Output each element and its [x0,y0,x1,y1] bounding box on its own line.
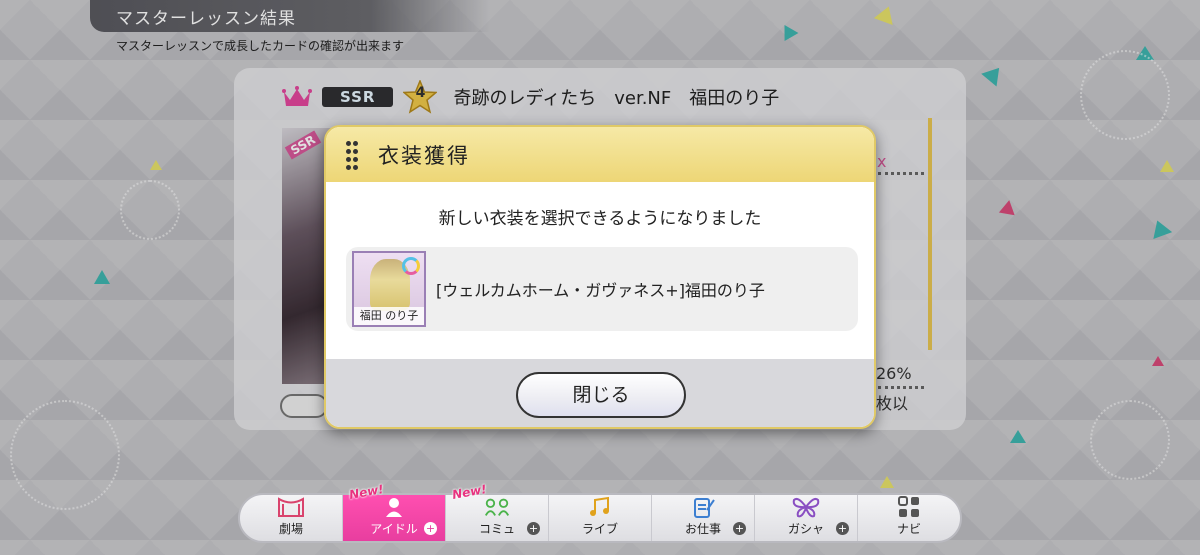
costume-thumbnail: 福田 のり子 [352,251,426,327]
plus-icon: + [424,522,437,535]
commu-icon [483,495,511,518]
thumbnail-label: 福田 のり子 [354,307,424,325]
music-note-icon [586,495,614,518]
plus-icon: + [527,522,540,535]
nav-item-navi[interactable]: ナビ [858,495,960,541]
dialog-title: 衣装獲得 [378,143,470,168]
nav-item-commu[interactable]: New! コミュ + [446,482,549,541]
idol-icon [380,495,408,518]
plus-icon: + [836,522,849,535]
costume-acquired-dialog: 衣装獲得 新しい衣装を選択できるようになりました 福田 のり子 [ウェルカムホー… [324,125,876,429]
dialog-footer: 閉じる [326,359,874,427]
nav-item-idol[interactable]: New! アイドル + [343,482,446,541]
costume-name: [ウェルカムホーム・ガヴァネス+]福田のり子 [436,281,765,300]
nav-label: 劇場 [278,522,303,536]
bottom-nav: 劇場 New! アイドル + New! コミュ + ライブ お仕事 + ガシャ … [238,482,962,543]
nav-label: ライブ [581,522,618,536]
dialog-message: 新しい衣装を選択できるようになりました [438,209,762,229]
nav-label: アイドル [370,522,418,536]
costume-item: 福田 のり子 [ウェルカムホーム・ガヴァネス+]福田のり子 [346,247,858,331]
dialog-header: 衣装獲得 [326,127,874,182]
grid-icon [895,495,923,518]
costume-ring-icon [402,257,420,275]
butterfly-icon [792,495,820,518]
nav-item-live[interactable]: ライブ [549,495,652,541]
close-button[interactable]: 閉じる [516,372,686,418]
plus-icon: + [733,522,746,535]
nav-label: コミュ [478,522,515,536]
theater-icon [277,495,305,518]
nav-item-gacha[interactable]: ガシャ + [755,495,858,541]
nav-label: ナビ [896,522,921,536]
nav-label: お仕事 [684,522,721,536]
nav-item-theater[interactable]: 劇場 [240,495,343,541]
work-icon [689,495,717,518]
nav-label: ガシャ [787,522,824,536]
grip-icon [346,140,358,170]
nav-item-work[interactable]: お仕事 + [652,495,755,541]
